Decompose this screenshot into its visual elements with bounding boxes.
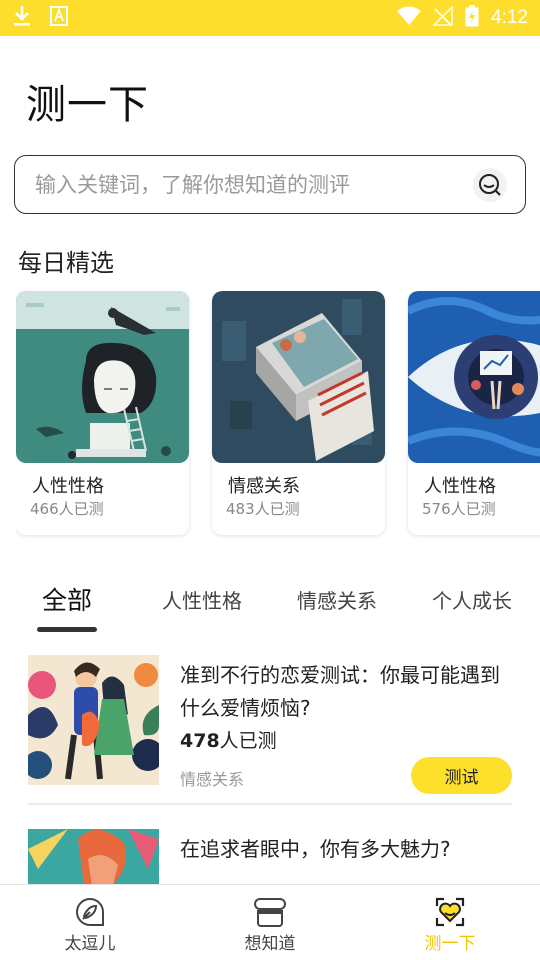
tab-relationship[interactable]: 情感关系 xyxy=(297,585,377,614)
list-thumbnail-hair xyxy=(28,829,159,885)
count-number: 478 xyxy=(180,730,220,752)
test-button[interactable]: 测试 xyxy=(411,757,512,794)
font-icon xyxy=(50,6,68,30)
card-count: 483人已测 xyxy=(226,500,300,518)
nav-label: 太逗儿 xyxy=(64,934,116,954)
card-illustration-portrait xyxy=(16,291,189,463)
page-title: 测一下 xyxy=(26,82,149,128)
wifi-icon xyxy=(397,6,422,30)
list-item-count: 478人已测 xyxy=(180,726,277,753)
list-item[interactable]: 准到不行的恋爱测试：你最可能遇到什么爱情烦恼? 478人已测 情感关系 测试 xyxy=(28,655,512,795)
list-item-category: 情感关系 xyxy=(180,770,245,789)
category-tabs: 全部 人性性格 情感关系 个人成长 xyxy=(0,575,540,635)
chat-leaf-icon xyxy=(76,897,104,926)
tab-active-indicator xyxy=(37,627,97,632)
list-item[interactable]: 在追求者眼中，你有多大魅力? xyxy=(28,829,512,885)
download-icon xyxy=(12,4,32,32)
tab-growth[interactable]: 个人成长 xyxy=(432,585,512,614)
stack-icon xyxy=(254,898,286,927)
tab-personality[interactable]: 人性性格 xyxy=(162,585,242,614)
card-illustration-bed xyxy=(212,291,385,463)
nav-label: 测一下 xyxy=(424,934,476,954)
status-time: 4:12 xyxy=(491,7,528,28)
status-bar: 4:12 xyxy=(0,0,540,36)
card-title: 情感关系 xyxy=(228,476,300,497)
daily-card[interactable]: 情感关系 483人已测 xyxy=(212,291,385,535)
list-thumbnail-couple xyxy=(28,655,159,785)
card-title: 人性性格 xyxy=(32,476,104,497)
card-count: 466人已测 xyxy=(30,500,104,518)
search-icon[interactable] xyxy=(473,167,507,202)
daily-card[interactable]: 人性性格 576人已测 xyxy=(408,291,540,535)
heart-scan-icon xyxy=(435,897,465,927)
section-title-daily: 每日精选 xyxy=(18,249,114,277)
nav-item-ceyixia[interactable]: 测一下 xyxy=(360,885,540,960)
tab-all[interactable]: 全部 xyxy=(42,581,92,617)
list-item-title: 准到不行的恋爱测试：你最可能遇到什么爱情烦恼? xyxy=(180,663,500,720)
count-suffix: 人已测 xyxy=(219,730,277,752)
card-count: 576人已测 xyxy=(422,500,496,518)
bottom-nav: 太逗儿 想知道 测一下 xyxy=(0,884,540,960)
nav-item-xiangzhidao[interactable]: 想知道 xyxy=(180,885,360,960)
nav-label: 想知道 xyxy=(244,934,296,954)
search-bar[interactable] xyxy=(14,155,526,214)
nav-item-taidouer[interactable]: 太逗儿 xyxy=(0,885,180,960)
no-signal-icon xyxy=(431,4,453,30)
daily-card-carousel[interactable]: 人性性格 466人已测 情感关系 483人已测 人性性格 576人已测 xyxy=(16,291,540,539)
list-item-title: 在追求者眼中，你有多大魅力? xyxy=(180,837,451,861)
card-illustration-eye xyxy=(408,291,540,463)
daily-card[interactable]: 人性性格 466人已测 xyxy=(16,291,189,535)
card-title: 人性性格 xyxy=(424,476,496,497)
battery-charging-icon xyxy=(465,5,479,31)
list-divider xyxy=(28,803,512,805)
search-input[interactable] xyxy=(35,172,473,197)
